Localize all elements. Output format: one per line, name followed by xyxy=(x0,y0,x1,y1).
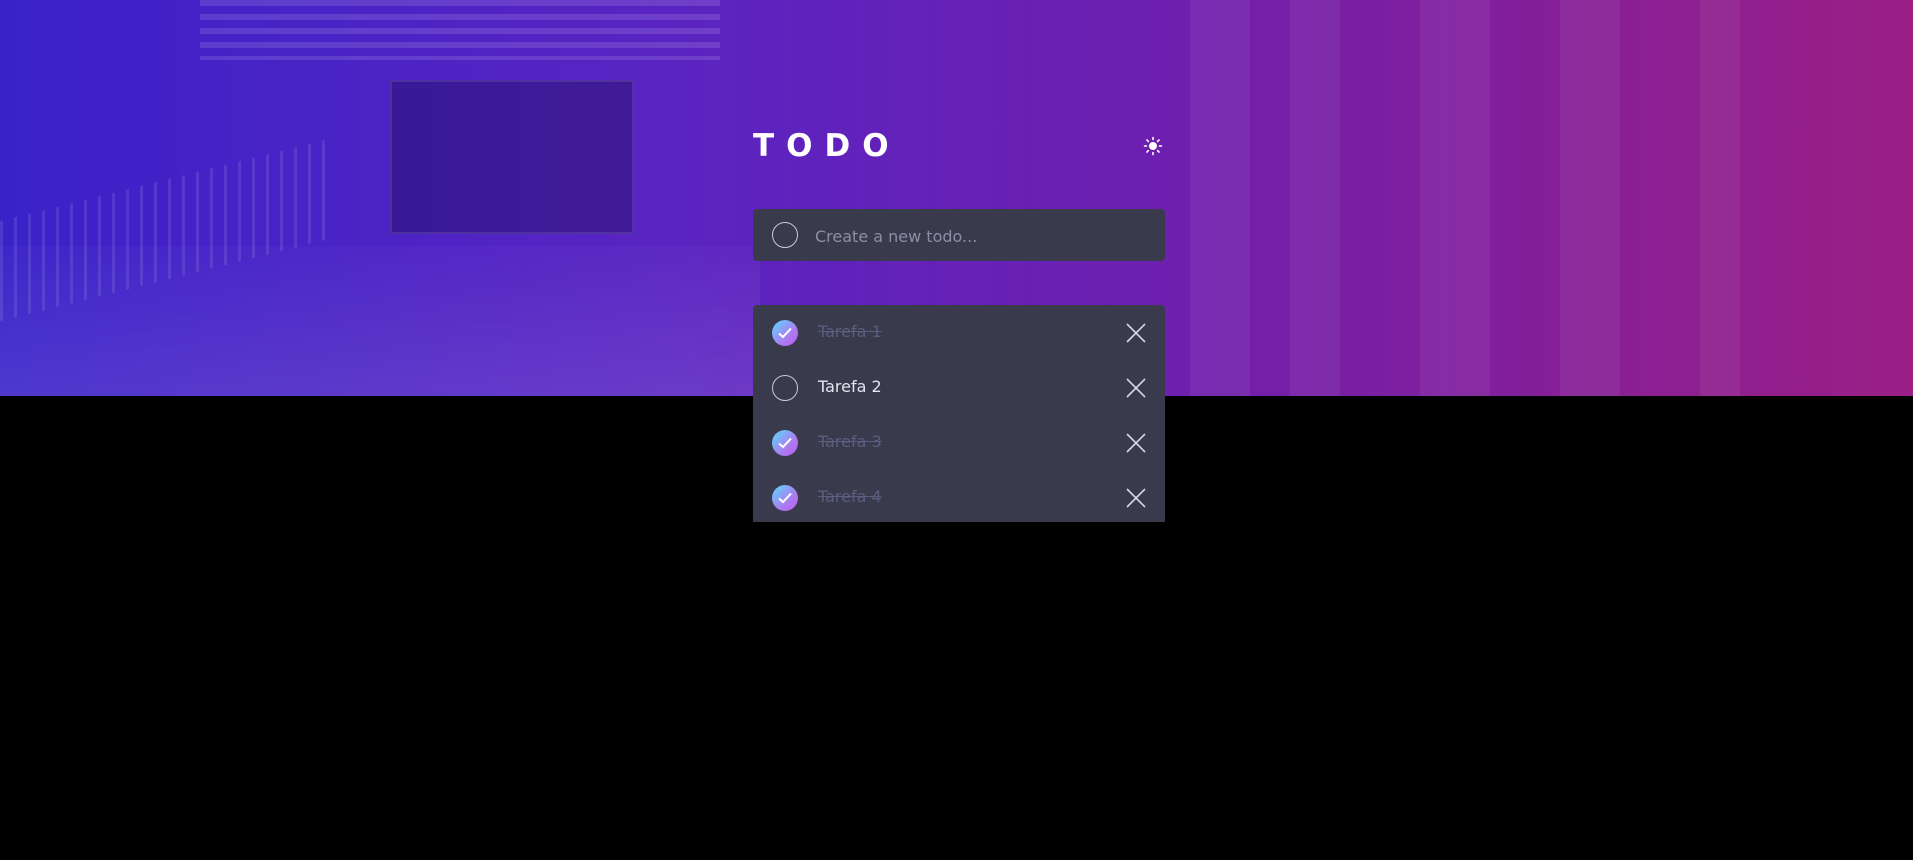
check-icon[interactable] xyxy=(772,320,798,346)
todo-item: Tarefa 1 xyxy=(753,305,1165,360)
hero-floor-decoration xyxy=(0,246,760,396)
hero-ceiling-decoration xyxy=(200,0,720,60)
new-todo-input[interactable] xyxy=(813,219,1147,253)
close-icon[interactable] xyxy=(1125,322,1147,344)
new-todo-circle-icon[interactable] xyxy=(772,222,798,248)
header: TODO xyxy=(753,126,1165,166)
hero-door-decoration xyxy=(390,80,634,234)
hero-pillar xyxy=(1560,0,1620,396)
todo-item: Tarefa 4 xyxy=(753,470,1165,525)
todo-label: Tarefa 3 xyxy=(818,432,882,451)
todo-label: Tarefa 4 xyxy=(818,487,882,506)
theme-toggle-button[interactable] xyxy=(1141,134,1165,158)
todo-item: Tarefa 3 xyxy=(753,415,1165,470)
close-icon[interactable] xyxy=(1125,432,1147,454)
hero-pillar xyxy=(1290,0,1340,396)
hero-pillar xyxy=(1190,0,1250,396)
todo-label: Tarefa 2 xyxy=(818,377,882,396)
close-icon[interactable] xyxy=(1125,487,1147,509)
check-icon[interactable] xyxy=(772,430,798,456)
todo-list: Tarefa 1 Tarefa 2 Tarefa 3 Tarefa 4 xyxy=(753,305,1165,522)
sun-icon xyxy=(1143,136,1163,156)
close-icon[interactable] xyxy=(1125,377,1147,399)
todo-item: Tarefa 2 xyxy=(753,360,1165,415)
hero-pillar xyxy=(1420,0,1490,396)
unchecked-circle-icon[interactable] xyxy=(772,375,798,401)
check-icon[interactable] xyxy=(772,485,798,511)
app-title: TODO xyxy=(753,128,901,164)
hero-pillar xyxy=(1700,0,1740,396)
new-todo-bar xyxy=(753,209,1165,261)
todo-label: Tarefa 1 xyxy=(818,322,882,341)
